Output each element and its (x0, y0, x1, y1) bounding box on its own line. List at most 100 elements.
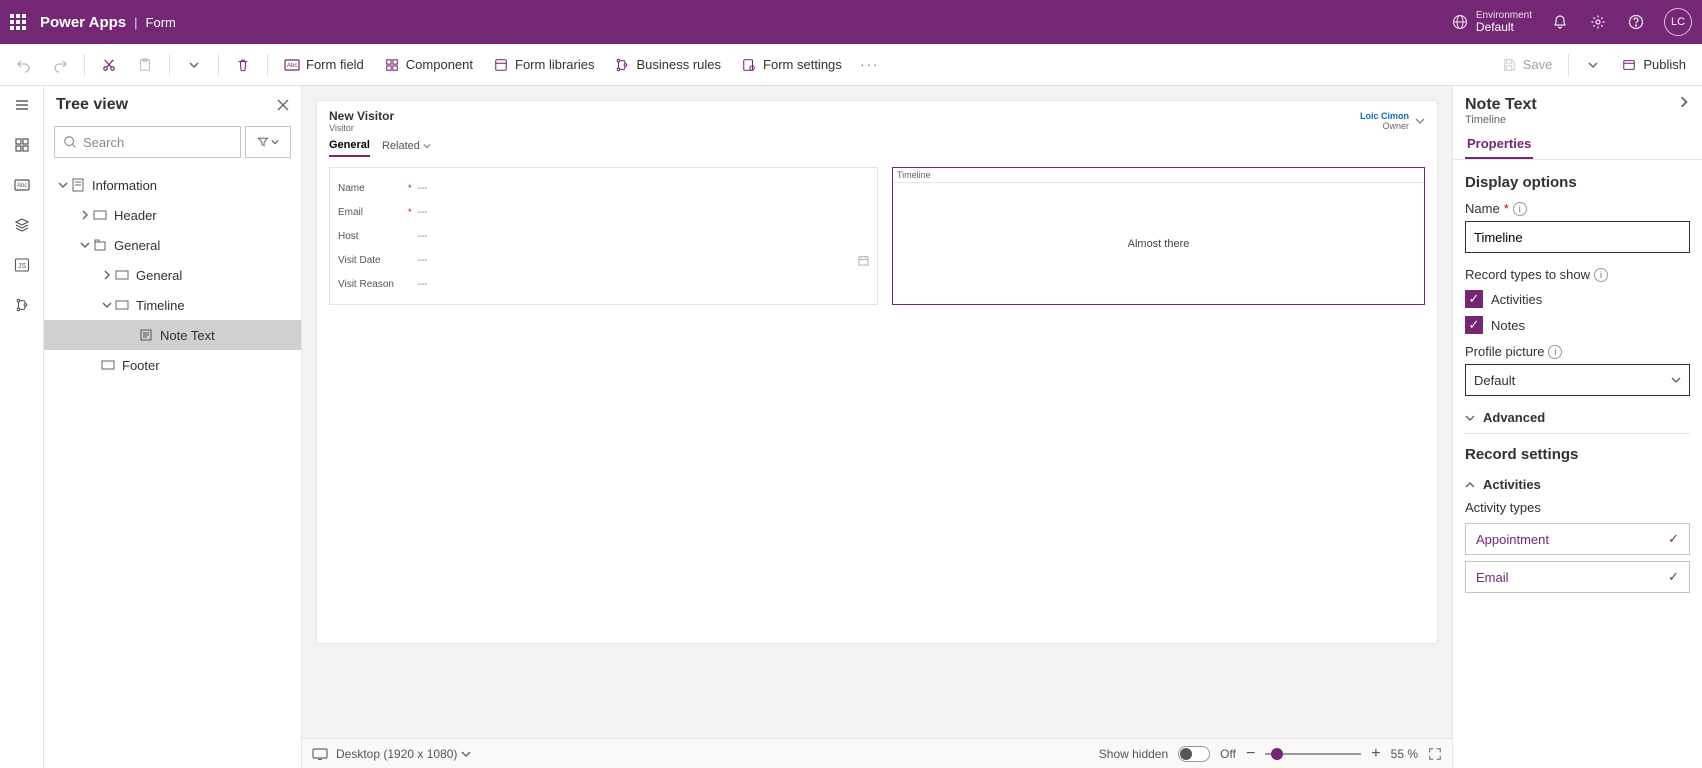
filter-button[interactable] (245, 126, 291, 158)
more-commands-icon[interactable]: ··· (854, 53, 886, 77)
chevron-down-icon (423, 142, 431, 150)
divider (169, 54, 170, 76)
zoom-out-button[interactable]: − (1246, 745, 1255, 763)
tree-item-header[interactable]: Header (44, 200, 301, 230)
field-icon[interactable]: Abc (13, 176, 31, 194)
tree-panel: Tree view Search Information Header (44, 86, 302, 768)
settings-icon[interactable] (1588, 12, 1608, 32)
record-types-label: Record types to showi (1465, 267, 1690, 282)
app-launcher-icon[interactable] (10, 14, 26, 30)
save-dropdown-icon[interactable] (1577, 53, 1609, 77)
chevron-down-icon[interactable] (178, 53, 210, 77)
field-host[interactable]: Host*--- (338, 224, 869, 248)
globe-icon (1452, 14, 1468, 30)
tree-item-information[interactable]: Information (44, 170, 301, 200)
timeline-section[interactable]: Timeline Almost there (892, 167, 1425, 305)
checkmark-icon: ✓ (1465, 316, 1483, 334)
brand-name: Power Apps (40, 14, 126, 31)
undo-button[interactable] (8, 53, 40, 77)
delete-button[interactable] (227, 53, 259, 77)
tree-item-timeline[interactable]: Timeline (44, 290, 301, 320)
general-section[interactable]: Name*--- Email*--- Host*--- Visit Date*-… (329, 167, 878, 305)
zoom-slider[interactable] (1265, 753, 1361, 755)
tab-properties[interactable]: Properties (1465, 130, 1533, 159)
divider (1568, 54, 1569, 76)
collapse-icon[interactable] (1678, 96, 1690, 108)
search-input[interactable]: Search (54, 126, 241, 158)
calendar-icon (858, 255, 869, 266)
show-hidden-toggle[interactable] (1178, 746, 1210, 762)
form-settings-button[interactable]: Form settings (733, 53, 850, 77)
note-icon (138, 329, 154, 341)
business-rules-button[interactable]: Business rules (606, 53, 729, 77)
component-button[interactable]: Component (376, 53, 481, 77)
info-icon[interactable]: i (1513, 202, 1527, 216)
environment-picker[interactable]: Environment Default (1452, 10, 1532, 34)
tab-general[interactable]: General (329, 139, 370, 157)
tab-related[interactable]: Related (382, 139, 431, 157)
field-visit-reason[interactable]: Visit Reason*--- (338, 272, 869, 296)
field-name[interactable]: Name*--- (338, 176, 869, 200)
tree-item-footer[interactable]: Footer (44, 350, 301, 380)
tree-item-general[interactable]: General (44, 230, 301, 260)
properties-subtitle: Timeline (1465, 114, 1537, 126)
search-placeholder: Search (83, 135, 124, 150)
form-libraries-button[interactable]: Form libraries (485, 53, 602, 77)
notifications-icon[interactable] (1550, 12, 1570, 32)
owner-field[interactable]: Loic Cimon Owner (1360, 109, 1425, 133)
device-selector[interactable]: Desktop (1920 x 1080) (336, 747, 471, 761)
form-preview: New Visitor Visitor Loic Cimon Owner Gen… (316, 100, 1438, 644)
field-visit-date[interactable]: Visit Date*--- (338, 248, 869, 272)
zoom-value: 55 % (1391, 747, 1418, 761)
redo-button[interactable] (44, 53, 76, 77)
page-title: Form (146, 15, 176, 30)
section-icon (114, 300, 130, 310)
environment-label: Environment (1476, 10, 1532, 21)
chevron-right-icon (100, 270, 114, 280)
section-icon (114, 270, 130, 280)
zoom-in-button[interactable]: + (1371, 745, 1380, 763)
fit-icon[interactable] (1428, 747, 1442, 761)
components-icon[interactable] (13, 136, 31, 154)
form-field-button[interactable]: AbcForm field (276, 53, 372, 77)
checkmark-icon: ✓ (1668, 531, 1679, 547)
publish-button[interactable]: Publish (1613, 53, 1694, 77)
activities-section[interactable]: Activities (1465, 477, 1690, 492)
activity-types-label: Activity types (1465, 500, 1690, 515)
hamburger-icon[interactable] (13, 96, 31, 114)
js-icon[interactable]: JS (13, 256, 31, 274)
search-icon (63, 135, 77, 149)
advanced-section[interactable]: Advanced (1465, 410, 1690, 425)
user-avatar[interactable]: LC (1664, 8, 1692, 36)
canvas-area: New Visitor Visitor Loic Cimon Owner Gen… (302, 86, 1452, 768)
info-icon[interactable]: i (1594, 268, 1608, 282)
checkbox-notes[interactable]: ✓Notes (1465, 316, 1690, 334)
name-input[interactable] (1465, 221, 1690, 253)
save-button[interactable]: Save (1493, 53, 1561, 77)
checkbox-activities[interactable]: ✓Activities (1465, 290, 1690, 308)
activity-appointment[interactable]: Appointment✓ (1465, 523, 1690, 555)
tree-item-note-text[interactable]: Note Text (44, 320, 301, 350)
layers-icon[interactable] (13, 216, 31, 234)
checkmark-icon: ✓ (1465, 290, 1483, 308)
chevron-down-icon (1415, 116, 1425, 126)
svg-text:Abc: Abc (17, 183, 27, 189)
environment-name: Default (1476, 21, 1532, 34)
close-icon[interactable] (277, 99, 289, 111)
field-email[interactable]: Email*--- (338, 200, 869, 224)
activity-email[interactable]: Email✓ (1465, 561, 1690, 593)
profile-picture-label: Profile picturei (1465, 344, 1690, 359)
cut-button[interactable] (93, 53, 125, 77)
rules-icon[interactable] (13, 296, 31, 314)
breadcrumb-separator: | (134, 15, 137, 30)
record-settings-heading: Record settings (1465, 446, 1690, 463)
help-icon[interactable] (1626, 12, 1646, 32)
profile-picture-select[interactable]: Default (1465, 364, 1690, 396)
tab-icon (92, 239, 108, 251)
chevron-down-icon (1671, 375, 1681, 385)
info-icon[interactable]: i (1548, 345, 1562, 359)
tree-item-general-sub[interactable]: General (44, 260, 301, 290)
paste-button[interactable] (129, 53, 161, 77)
svg-text:JS: JS (18, 263, 27, 270)
canvas-footer: Desktop (1920 x 1080) Show hidden Off − … (302, 738, 1452, 768)
